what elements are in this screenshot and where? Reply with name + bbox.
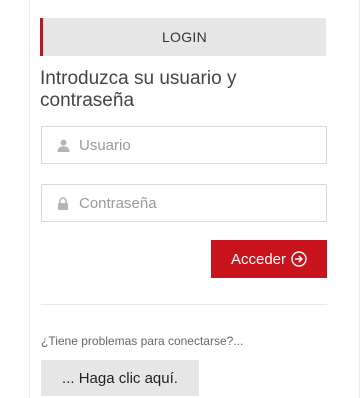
username-field[interactable] [41, 126, 327, 164]
acceder-button[interactable]: Acceder [211, 240, 327, 278]
help-text: ¿Tiene problemas para conectarse?... [41, 334, 244, 348]
login-header: LOGIN [40, 18, 326, 56]
divider [41, 304, 327, 305]
help-link-button[interactable]: ... Haga clic aquí. [41, 360, 199, 396]
password-field[interactable] [41, 184, 327, 222]
lock-icon [56, 196, 70, 210]
username-input[interactable] [79, 127, 326, 163]
login-panel: LOGIN Introduzca su usuario y contraseña… [29, 0, 360, 398]
acceder-button-label: Acceder [230, 250, 287, 268]
user-icon [56, 138, 70, 152]
arrow-circle-right-icon [291, 251, 307, 267]
login-subtitle: Introduzca su usuario y contraseña [40, 68, 237, 111]
login-header-label: LOGIN [161, 29, 208, 45]
password-input[interactable] [79, 185, 326, 221]
